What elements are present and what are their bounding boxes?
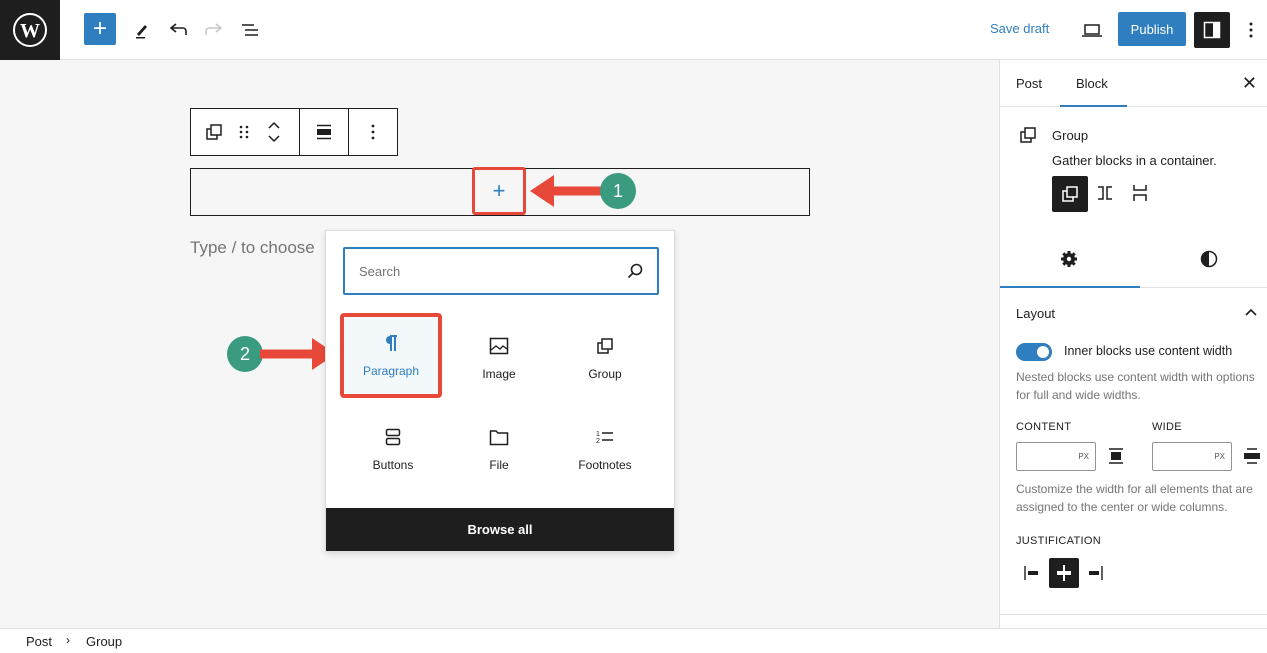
block-placeholder: Type / to choose [190,238,315,257]
justify-right-icon [1089,566,1103,580]
block-label: Buttons [372,457,414,472]
block-footnotes[interactable]: 12 Footnotes [552,404,658,495]
paragraph-icon [386,334,397,351]
block-card: Group Gather blocks in a container. [1000,107,1267,236]
wordpress-icon: W [13,13,47,47]
buttons-icon [385,428,401,445]
wordpress-logo[interactable]: W [0,0,60,60]
block-search-input[interactable]: Search [343,247,659,295]
wide-label: WIDE [1152,421,1182,433]
content-width-input[interactable]: PX [1016,442,1096,471]
wide-width-icon [1244,448,1260,464]
row-icon [1098,186,1112,200]
tab-settings[interactable] [1060,250,1078,273]
contrast-icon [1200,250,1218,268]
justify-right-button[interactable] [1085,558,1107,588]
layout-title[interactable]: Layout [1016,306,1055,321]
variation-row-button[interactable] [1096,185,1114,206]
block-label: Image [482,366,516,381]
annotation-badge-1: 1 [600,173,636,209]
block-toolbar [190,108,398,156]
block-appender-button[interactable]: + [472,167,526,215]
quick-inserter-popover: Search Paragraph Image Group Buttons Fil… [325,230,675,552]
tab-block[interactable]: Block [1076,76,1108,91]
settings-sidebar-button[interactable] [1194,12,1230,48]
content-label: CONTENT [1016,421,1072,433]
editor-canvas: + 1 Type / to choose 2 Search Paragraph … [0,60,999,628]
more-options-icon[interactable] [358,109,388,155]
unit-label: PX [1078,452,1089,461]
group-icon [1020,127,1036,143]
svg-text:1: 1 [596,431,600,438]
close-icon[interactable]: ✕ [1242,73,1257,94]
variation-stack-button[interactable] [1132,184,1148,207]
stack-icon [1133,185,1147,201]
block-label: Footnotes [578,457,632,472]
justify-center-icon [1057,565,1071,581]
justify-center-button[interactable] [1049,558,1079,588]
justify-left-button[interactable] [1024,558,1046,588]
publish-button[interactable]: Publish [1118,12,1186,46]
block-label: Paragraph [362,363,420,378]
toggle-label: Inner blocks use content width [1064,344,1233,358]
group-block-icon[interactable] [199,109,229,155]
move-up-down-icon[interactable] [259,109,289,155]
block-label: File [489,457,509,472]
redo-icon[interactable] [202,18,226,42]
document-overview-icon[interactable] [238,18,262,42]
options-kebab-icon[interactable] [1242,18,1260,42]
block-title: Group [1052,128,1089,143]
sidebar-icon [1203,21,1221,39]
breadcrumb-group[interactable]: Group [86,634,122,649]
save-draft-button[interactable]: Save draft [990,21,1049,36]
chevron-up-icon[interactable] [1245,308,1257,316]
block-group[interactable]: Group [552,313,658,404]
block-description: Gather blocks in a container. [1052,153,1217,168]
block-file[interactable]: File [446,404,552,495]
justification-label: JUSTIFICATION [1016,535,1101,547]
tab-styles[interactable] [1200,250,1218,273]
align-icon[interactable] [309,109,339,155]
width-help: Customize the width for all elements tha… [1016,482,1253,514]
block-breadcrumb: Post › Group [0,628,1267,653]
browse-all-button[interactable]: Browse all [326,508,674,551]
svg-text:W: W [20,20,40,42]
svg-text:2: 2 [596,438,600,445]
block-image[interactable]: Image [446,313,552,404]
drag-handle-icon[interactable] [229,109,259,155]
add-block-button[interactable]: + [84,13,116,45]
justify-left-icon [1024,566,1038,580]
image-icon [489,337,509,354]
gear-icon [1061,251,1077,267]
block-paragraph[interactable]: Paragraph [340,313,442,398]
chevron-right-icon: › [66,633,70,647]
undo-icon[interactable] [166,18,190,42]
file-icon [489,429,509,445]
tab-post[interactable]: Post [1016,76,1042,91]
preview-laptop-icon[interactable] [1080,18,1104,42]
content-width-toggle[interactable] [1016,343,1052,361]
search-placeholder: Search [359,263,401,279]
block-buttons[interactable]: Buttons [340,404,446,495]
tools-pencil-icon[interactable] [130,18,154,42]
content-width-icon [1109,448,1123,464]
annotation-arrow-1 [530,175,604,207]
variation-group-button[interactable] [1052,176,1088,212]
layout-panel: Layout Inner blocks use content width Ne… [1000,288,1267,628]
group-icon [597,337,613,354]
wide-width-input[interactable]: PX [1152,442,1232,471]
top-toolbar: W + Save draft Publish [0,0,1267,60]
footnotes-icon: 12 [596,431,613,445]
panel-divider [1000,614,1267,615]
block-label: Group [588,366,622,381]
toggle-help: Nested blocks use content width with opt… [1016,370,1255,402]
settings-sidebar: Post Block ✕ Group Gather blocks in a co… [999,60,1267,628]
unit-label: PX [1214,452,1225,461]
group-icon [1062,186,1078,202]
breadcrumb-post[interactable]: Post [26,634,52,649]
search-icon [627,263,643,279]
